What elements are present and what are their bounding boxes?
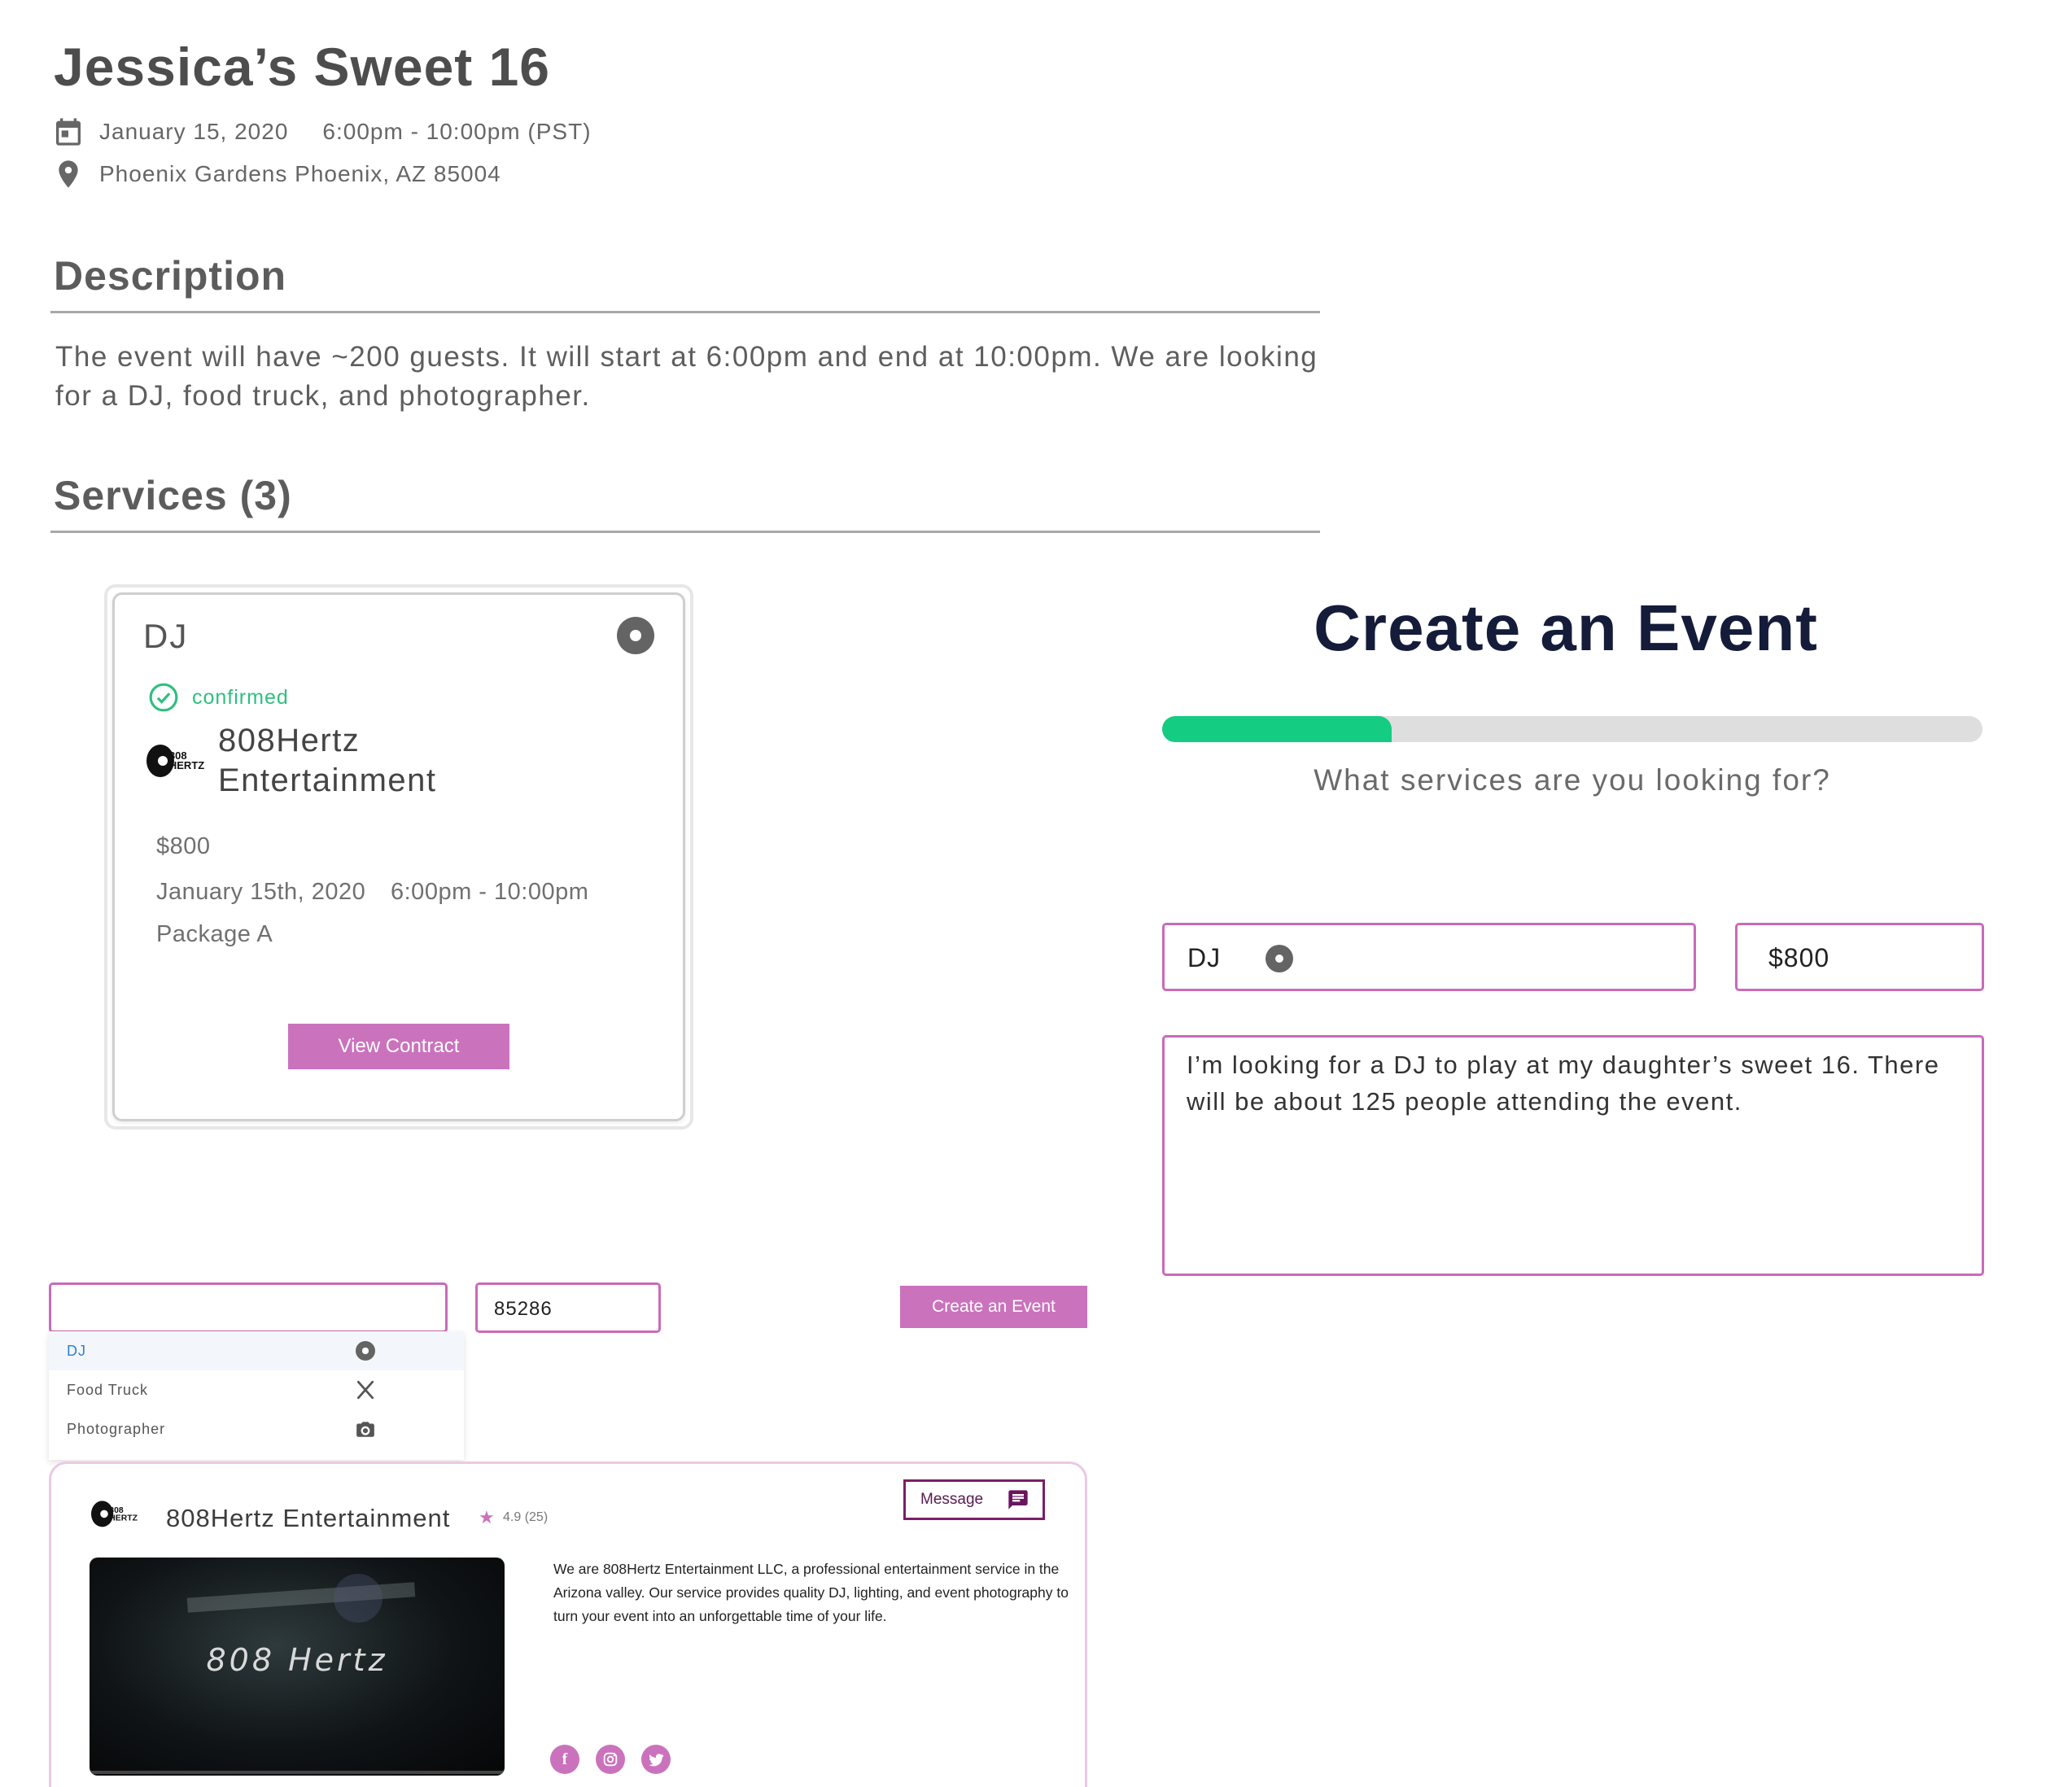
vendor-video[interactable]: 808 Hertz xyxy=(90,1558,505,1776)
calendar-icon xyxy=(56,118,81,146)
description-heading: Description xyxy=(54,253,287,299)
disc-icon xyxy=(617,617,654,654)
video-caption: 808 Hertz xyxy=(206,1642,388,1678)
create-event-title: Create an Event xyxy=(1314,592,1818,664)
chat-icon xyxy=(1008,1490,1028,1510)
vendor-logo-text: 808 HERTZ xyxy=(109,1505,138,1523)
vendor-description: We are 808Hertz Entertainment LLC, a pro… xyxy=(553,1561,1069,1624)
status-badge: confirmed xyxy=(148,682,289,713)
rating-text: 4.9 (25) xyxy=(503,1510,549,1524)
price-input[interactable]: $800 xyxy=(1735,923,1984,991)
service-select-value: DJ xyxy=(1187,943,1222,972)
message-button[interactable]: Message xyxy=(903,1479,1045,1520)
create-event-button[interactable]: Create an Event xyxy=(900,1286,1087,1328)
message-textarea-value: I’m looking for a DJ to play at my daugh… xyxy=(1187,1051,1940,1116)
twitter-icon[interactable] xyxy=(641,1745,671,1774)
vendor-logo-text: 808 HERTZ xyxy=(168,749,205,771)
service-time: 6:00pm - 10:00pm xyxy=(391,879,589,905)
zip-input[interactable]: 85286 xyxy=(475,1282,661,1333)
profile-vendor-name: 808Hertz Entertainment xyxy=(166,1504,451,1532)
services-divider xyxy=(50,531,1320,533)
progress-bar xyxy=(1162,716,1982,742)
dropdown-option-dj[interactable]: DJ xyxy=(49,1331,464,1370)
step-question: What services are you looking for? xyxy=(1314,763,1831,797)
instagram-icon[interactable] xyxy=(596,1745,625,1774)
utensils-icon xyxy=(355,1379,376,1400)
view-contract-button[interactable]: View Contract xyxy=(288,1024,509,1069)
service-search-input[interactable] xyxy=(49,1282,448,1333)
service-price: $800 xyxy=(156,833,211,859)
vendor-logo: 808 HERTZ xyxy=(91,1499,147,1529)
status-text: confirmed xyxy=(192,685,289,709)
service-date: January 15th, 2020 xyxy=(156,879,366,905)
facebook-icon[interactable]: f xyxy=(550,1745,579,1774)
description-divider xyxy=(50,311,1320,313)
star-icon: ★ xyxy=(479,1507,495,1527)
event-title: Jessica’s Sweet 16 xyxy=(54,37,551,97)
vendor-logo: 808 HERTZ xyxy=(146,742,216,780)
dropdown-option-food-truck[interactable]: Food Truck xyxy=(49,1370,464,1409)
zip-input-value: 85286 xyxy=(494,1298,553,1320)
progress-fill xyxy=(1162,716,1392,742)
description-text: The event will have ~200 guests. It will… xyxy=(55,341,1318,412)
dropdown-option-photographer[interactable]: Photographer xyxy=(49,1409,464,1448)
disc-icon xyxy=(355,1340,376,1361)
event-location-row: Phoenix Gardens Phoenix, AZ 85004 xyxy=(52,156,501,192)
dropdown-option-label: DJ xyxy=(67,1342,86,1359)
event-time: 6:00pm - 10:00pm (PST) xyxy=(322,119,592,144)
check-circle-icon xyxy=(149,683,178,712)
disc-icon xyxy=(1265,945,1293,972)
service-select[interactable]: DJ xyxy=(1162,923,1696,991)
service-dropdown: DJ Food Truck Photographer xyxy=(49,1331,464,1460)
location-pin-icon xyxy=(59,160,78,188)
message-button-label: Message xyxy=(920,1491,984,1508)
vendor-name: 808Hertz Entertainment xyxy=(218,723,437,798)
camera-icon xyxy=(355,1418,376,1440)
event-datetime: January 15, 2020 6:00pm - 10:00pm (PST) xyxy=(52,114,592,150)
event-date: January 15, 2020 xyxy=(99,119,289,144)
service-name: DJ xyxy=(143,617,189,655)
dropdown-option-label: Photographer xyxy=(67,1420,166,1437)
service-package: Package A xyxy=(156,921,273,947)
services-heading: Services (3) xyxy=(54,473,292,518)
dropdown-option-label: Food Truck xyxy=(67,1381,149,1398)
price-input-value: $800 xyxy=(1768,943,1830,972)
event-location: Phoenix Gardens Phoenix, AZ 85004 xyxy=(99,161,501,186)
